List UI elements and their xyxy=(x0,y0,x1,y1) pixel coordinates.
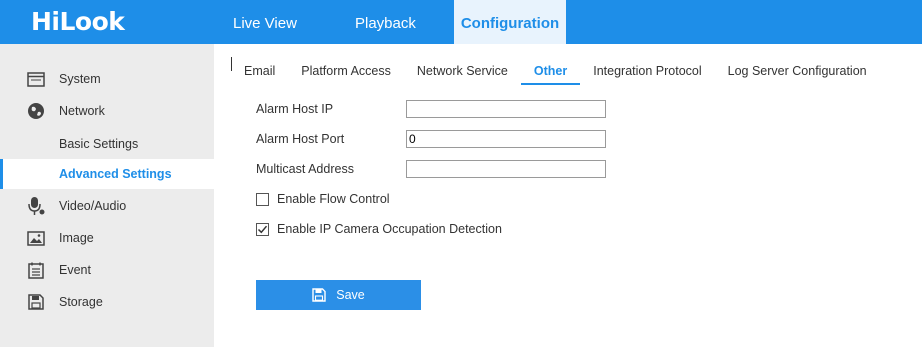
sidebar-item-label: Storage xyxy=(59,295,103,309)
nav-configuration[interactable]: Configuration xyxy=(454,0,566,44)
main-nav: Live View Playback Configuration xyxy=(214,0,566,44)
save-button-label: Save xyxy=(336,288,365,302)
nav-live-view[interactable]: Live View xyxy=(214,0,332,44)
checkmark-icon xyxy=(257,225,268,233)
multicast-address-label: Multicast Address xyxy=(256,162,354,176)
sidebar-item-video-audio[interactable]: Video/Audio xyxy=(0,191,214,221)
floppy-disk-icon xyxy=(312,288,326,302)
sidebar-item-network[interactable]: Network xyxy=(0,96,214,126)
sidebar-item-label: Image xyxy=(59,231,94,245)
tab-integration-protocol[interactable]: Integration Protocol xyxy=(580,57,714,85)
tab-other[interactable]: Other xyxy=(520,57,581,85)
enable-ip-camera-occupation-row[interactable]: Enable IP Camera Occupation Detection xyxy=(256,222,502,236)
event-list-icon xyxy=(26,260,46,280)
sidebar: System Network Basic Settings Advanced S… xyxy=(0,44,214,347)
sidebar-item-image[interactable]: Image xyxy=(0,223,214,253)
alarm-host-ip-label: Alarm Host IP xyxy=(256,102,334,116)
alarm-host-port-input[interactable] xyxy=(406,130,606,148)
nav-playback[interactable]: Playback xyxy=(332,0,454,44)
sidebar-item-label: Network xyxy=(59,104,105,118)
image-icon xyxy=(26,228,46,248)
tab-platform-access[interactable]: Platform Access xyxy=(288,57,404,85)
sidebar-item-basic-settings[interactable]: Basic Settings xyxy=(0,129,214,159)
sidebar-item-label: System xyxy=(59,72,101,86)
sidebar-item-label: Event xyxy=(59,263,91,277)
globe-icon xyxy=(26,101,46,121)
tab-network-service[interactable]: Network Service xyxy=(404,57,521,85)
enable-ip-camera-occupation-checkbox[interactable] xyxy=(256,222,269,236)
top-header: HiLook Live View Playback Configuration xyxy=(0,0,922,44)
floppy-disk-icon xyxy=(26,292,46,312)
logo: HiLook xyxy=(31,7,125,36)
sidebar-item-advanced-settings[interactable]: Advanced Settings xyxy=(0,159,214,189)
sidebar-item-label: Video/Audio xyxy=(59,199,127,213)
monitor-icon xyxy=(26,69,46,89)
sidebar-item-system[interactable]: System xyxy=(0,64,214,94)
save-button[interactable]: Save xyxy=(256,280,421,310)
sidebar-item-event[interactable]: Event xyxy=(0,255,214,285)
sidebar-item-storage[interactable]: Storage xyxy=(0,287,214,317)
enable-flow-control-label: Enable Flow Control xyxy=(277,192,390,206)
tab-email[interactable]: Email xyxy=(231,57,288,85)
multicast-address-input[interactable] xyxy=(406,160,606,178)
alarm-host-ip-input[interactable] xyxy=(406,100,606,118)
alarm-host-port-label: Alarm Host Port xyxy=(256,132,345,146)
enable-ip-camera-occupation-label: Enable IP Camera Occupation Detection xyxy=(277,222,502,236)
tab-bar: Email Platform Access Network Service Ot… xyxy=(231,57,880,85)
tab-log-server-configuration[interactable]: Log Server Configuration xyxy=(715,57,880,85)
enable-flow-control-row[interactable]: Enable Flow Control xyxy=(256,192,390,206)
microphone-icon xyxy=(26,196,46,216)
enable-flow-control-checkbox[interactable] xyxy=(256,192,269,206)
